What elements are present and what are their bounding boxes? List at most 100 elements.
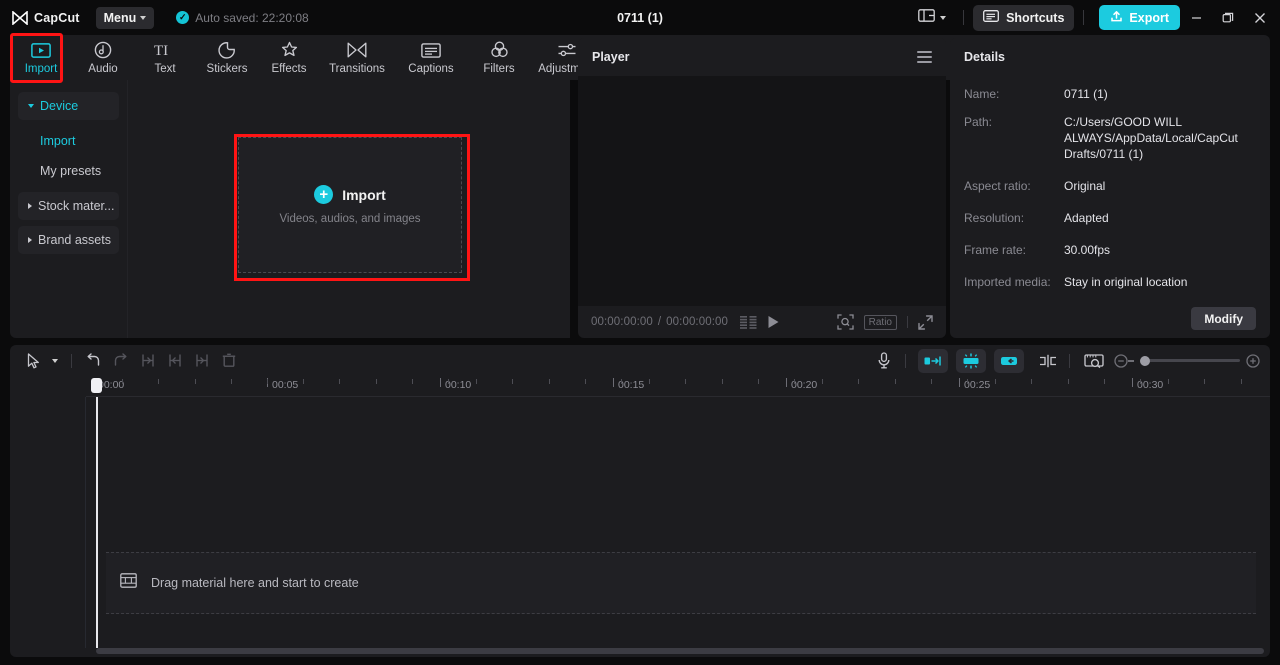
- delete-button[interactable]: [215, 349, 242, 373]
- trim-right-button[interactable]: [161, 349, 188, 373]
- chevron-down-icon: [940, 15, 947, 20]
- ruler-tick-minor: [1240, 379, 1242, 384]
- timeline-zoom-slider[interactable]: [1114, 353, 1260, 368]
- tab-filters[interactable]: Filters: [468, 35, 530, 80]
- import-dropzone-subtitle: Videos, audios, and images: [279, 213, 421, 225]
- details-body: Name: 0711 (1) Path: C:/Users/GOOD WILL …: [950, 76, 1270, 338]
- audio-note-icon: [94, 41, 112, 60]
- ruler-tick-minor: [894, 379, 896, 384]
- auto-cutout-button[interactable]: [918, 348, 948, 373]
- tab-text[interactable]: TI Text: [134, 35, 196, 80]
- link-toggle-button[interactable]: [994, 348, 1024, 373]
- slider-lead: [1128, 359, 1134, 362]
- preview-zoom-button[interactable]: [1078, 349, 1110, 373]
- details-panel: Details Name: 0711 (1) Path: C:/Users/GO…: [950, 38, 1270, 338]
- adjustment-sliders-icon: [557, 41, 577, 60]
- layout-button[interactable]: [910, 5, 954, 31]
- track-gutter: [10, 397, 86, 648]
- player-current-time: 00:00:00:00: [591, 316, 653, 328]
- snap-toggle-button[interactable]: [956, 348, 986, 373]
- player-panel: Player 00:00:00:00 / 00:00:00:00 Ratio: [578, 38, 946, 338]
- player-canvas[interactable]: [578, 76, 946, 306]
- transitions-icon: [347, 41, 367, 60]
- select-tool-dropdown[interactable]: [47, 349, 63, 373]
- zoom-fit-icon[interactable]: [836, 314, 854, 330]
- svg-text:TI: TI: [154, 43, 168, 58]
- sidebar-group-stock-materials[interactable]: Stock mater...: [18, 192, 119, 220]
- check-circle-icon: ✓: [176, 11, 190, 24]
- timeline-toolbar: [10, 345, 1270, 376]
- play-icon[interactable]: [767, 315, 780, 329]
- sidebar-item-my-presets[interactable]: My presets: [18, 156, 119, 186]
- sidebar-item-import[interactable]: Import: [18, 126, 119, 156]
- close-button[interactable]: [1244, 1, 1276, 35]
- details-label: Name:: [964, 87, 1000, 101]
- ruler-tick-minor: [794, 379, 795, 384]
- sidebar-group-brand-assets[interactable]: Brand assets: [18, 226, 119, 254]
- zoom-in-icon[interactable]: [1246, 353, 1260, 368]
- ruler-tick-minor: [930, 379, 932, 384]
- import-dropzone-title: Import: [342, 186, 386, 203]
- export-label: Export: [1129, 10, 1169, 25]
- minimize-button[interactable]: [1180, 1, 1212, 35]
- frames-icon[interactable]: [740, 315, 757, 329]
- shortcuts-button[interactable]: Shortcuts: [973, 4, 1075, 31]
- ruler-tick-minor: [967, 379, 968, 384]
- tab-captions[interactable]: Captions: [394, 35, 468, 80]
- empty-track-dropzone[interactable]: Drag material here and start to create: [106, 552, 1256, 614]
- modify-button[interactable]: Modify: [1191, 307, 1256, 330]
- zoom-slider-knob[interactable]: [1140, 355, 1150, 366]
- ruler-tick-minor: [1168, 379, 1170, 384]
- trim-both-button[interactable]: [188, 349, 215, 373]
- triangle-down-icon: [28, 104, 34, 108]
- menu-button[interactable]: Menu: [95, 6, 155, 29]
- tab-transitions[interactable]: Transitions: [320, 35, 394, 80]
- ruler-tick-minor: [1140, 379, 1141, 384]
- trim-left-button[interactable]: [134, 349, 161, 373]
- zoom-slider-track[interactable]: [1140, 355, 1240, 366]
- timeline-horizontal-scrollbar[interactable]: [96, 648, 1264, 654]
- import-dropzone[interactable]: + Import Videos, audios, and images: [238, 137, 462, 273]
- hamburger-icon[interactable]: [917, 51, 932, 63]
- redo-button[interactable]: [107, 349, 134, 373]
- app-brand: CapCut: [12, 9, 80, 26]
- film-strip-icon: [120, 573, 137, 593]
- app-name: CapCut: [34, 10, 80, 25]
- record-voiceover-button[interactable]: [870, 349, 897, 373]
- split-clip-button[interactable]: [1034, 349, 1061, 373]
- undo-button[interactable]: [80, 349, 107, 373]
- timeline-ruler[interactable]: 00:00 00:05 00:10 00:15 00:20 00:25 00:3…: [86, 376, 1270, 397]
- details-value: Original: [1064, 179, 1106, 193]
- fullscreen-icon[interactable]: [918, 314, 933, 330]
- ruler-tick-minor: [411, 379, 413, 384]
- details-value: Adapted: [1064, 211, 1109, 225]
- zoom-out-icon[interactable]: [1114, 353, 1128, 368]
- ruler-tick-minor: [267, 379, 268, 384]
- title-bar: CapCut Menu ✓ Auto saved: 22:20:08 0711 …: [0, 0, 1280, 35]
- playhead-handle[interactable]: [91, 378, 102, 393]
- details-label: Path:: [964, 115, 993, 129]
- ruler-tick-minor: [339, 379, 341, 384]
- tab-effects[interactable]: Effects: [258, 35, 320, 80]
- export-button[interactable]: Export: [1099, 5, 1180, 30]
- tab-stickers[interactable]: Stickers: [196, 35, 258, 80]
- upload-icon: [1110, 10, 1123, 26]
- sidebar-group-device[interactable]: Device: [18, 92, 119, 120]
- ruler-tick-minor: [230, 379, 232, 384]
- ratio-button[interactable]: Ratio: [863, 314, 897, 330]
- import-dropzone-main: + Import: [314, 185, 386, 204]
- tab-import[interactable]: Import: [10, 35, 72, 80]
- ruler-tick-minor: [476, 379, 478, 384]
- ruler-tick-major: [1132, 378, 1133, 387]
- triangle-right-icon: [28, 237, 32, 243]
- select-tool-button[interactable]: [20, 349, 47, 373]
- details-row-name: Name: 0711 (1): [964, 86, 1256, 102]
- ruler-tick-minor: [757, 379, 759, 384]
- details-value: 0711 (1): [1064, 87, 1108, 101]
- captions-icon: [421, 41, 441, 60]
- details-label: Frame rate:: [964, 243, 1027, 257]
- tab-audio[interactable]: Audio: [72, 35, 134, 80]
- maximize-button[interactable]: [1212, 1, 1244, 35]
- details-row-imported-media: Imported media: Stay in original locatio…: [964, 274, 1256, 290]
- timeline-tracks-area[interactable]: Drag material here and start to create: [10, 397, 1270, 657]
